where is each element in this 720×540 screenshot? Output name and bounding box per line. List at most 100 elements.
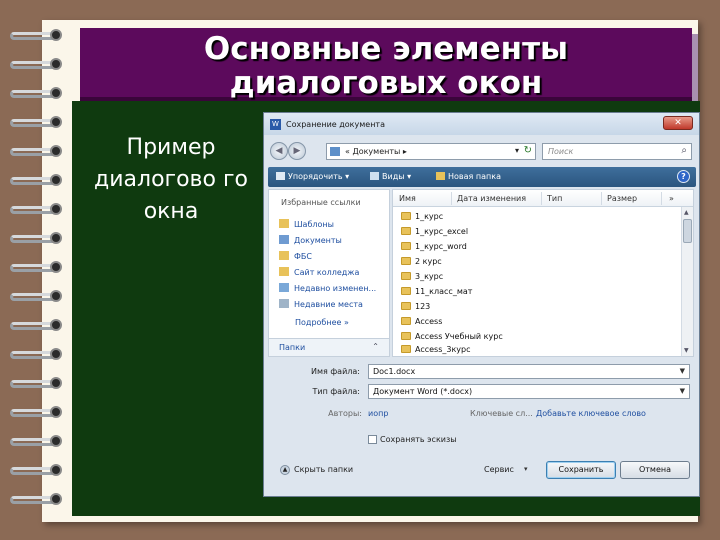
ring-hole [50, 377, 62, 389]
authors-value[interactable]: иопр [368, 409, 388, 418]
new-folder-label: Новая папка [448, 172, 501, 181]
new-folder-icon [436, 172, 445, 180]
spiral-ring [10, 492, 66, 506]
address-dropdown-icon[interactable]: ▾ [515, 146, 519, 155]
filetype-label: Тип файла: [312, 387, 360, 396]
views-button[interactable]: Виды ▾ [370, 172, 411, 181]
column-separator[interactable] [601, 192, 602, 205]
column-separator[interactable] [541, 192, 542, 205]
nav-item-label: Недавно изменен... [294, 284, 377, 293]
column-type[interactable]: Тип [547, 194, 562, 203]
nav-item-recently-changed[interactable]: Недавно изменен... [279, 283, 376, 293]
file-row[interactable]: Access Учебный курс [401, 332, 503, 341]
more-links[interactable]: Подробнее » [295, 318, 349, 327]
close-button[interactable]: ✕ [663, 116, 693, 130]
file-row[interactable]: Access_3курс [401, 345, 471, 354]
file-name: 2 курс [415, 257, 442, 266]
new-folder-button[interactable]: Новая папка [436, 172, 501, 181]
column-separator[interactable] [451, 192, 452, 205]
authors-label: Авторы: [328, 409, 362, 418]
spiral-ring [10, 405, 66, 419]
nav-item-label: Шаблоны [294, 220, 334, 229]
save-button[interactable]: Сохранить [546, 461, 616, 479]
folder-icon [401, 272, 411, 280]
dialog-toolbar: Упорядочить ▾ Виды ▾ Новая папка ? [268, 167, 696, 187]
help-icon[interactable]: ? [677, 170, 690, 183]
tags-value[interactable]: Добавьте ключевое слово [536, 409, 646, 418]
back-button[interactable]: ◀ [270, 142, 288, 160]
spiral-ring [10, 318, 66, 332]
ring-hole [50, 290, 62, 302]
ring-hole [50, 203, 62, 215]
chevron-down-icon[interactable]: ▼ [680, 367, 685, 375]
file-row[interactable]: 11_класс_мат [401, 287, 472, 296]
ring-hole [50, 435, 62, 447]
forward-button[interactable]: ▶ [288, 142, 306, 160]
cancel-button[interactable]: Отмена [620, 461, 690, 479]
spiral-ring [10, 86, 66, 100]
hide-folders-button[interactable]: Скрыть папки [294, 465, 353, 474]
ring-hole [50, 87, 62, 99]
search-placeholder: Поиск [548, 147, 574, 156]
file-row[interactable]: 123 [401, 302, 430, 311]
scroll-down-icon[interactable]: ▼ [684, 347, 689, 354]
collapse-icon[interactable]: ▲ [280, 465, 290, 475]
nav-item-documents[interactable]: Документы [279, 235, 342, 245]
scroll-thumb[interactable] [683, 219, 692, 243]
file-name: 1_курс [415, 212, 444, 221]
dialog-title: Сохранение документа [286, 120, 385, 129]
file-row[interactable]: 2 курс [401, 257, 442, 266]
file-row[interactable]: 1_курс [401, 212, 443, 221]
save-thumbnails-checkbox[interactable] [368, 435, 377, 444]
organize-label: Упорядочить ▾ [288, 172, 350, 181]
filename-field[interactable]: Doc1.docx ▼ [368, 364, 690, 379]
column-size[interactable]: Размер [607, 194, 637, 203]
nav-item-label: Недавние места [294, 300, 363, 309]
column-date[interactable]: Дата изменения [457, 194, 526, 203]
save-dialog: W Сохранение документа ✕ ◀ ▶ « Документы… [263, 112, 700, 497]
search-icon[interactable]: ⌕ [681, 145, 687, 156]
file-row[interactable]: Access [401, 317, 442, 326]
folder-icon [401, 332, 411, 340]
vertical-scrollbar[interactable]: ▲ ▼ [681, 207, 693, 356]
service-dropdown-icon[interactable]: ▾ [524, 465, 528, 473]
dialog-titlebar[interactable]: W Сохранение документа ✕ [264, 113, 699, 135]
ring-hole [50, 493, 62, 505]
nav-item-label: Сайт колледжа [294, 268, 360, 277]
more-columns-button[interactable]: » [669, 194, 674, 203]
file-row[interactable]: 1_курс_word [401, 242, 467, 251]
service-button[interactable]: Сервис [484, 465, 514, 474]
ring-hole [50, 348, 62, 360]
nav-item-templates[interactable]: Шаблоны [279, 219, 334, 229]
folder-icon [401, 242, 411, 250]
refresh-icon[interactable]: ↻ [524, 145, 532, 156]
filetype-select[interactable]: Документ Word (*.docx) ▼ [368, 384, 690, 399]
search-input[interactable]: Поиск ⌕ [542, 143, 692, 160]
file-row[interactable]: 1_курс_excel [401, 227, 468, 236]
ring-hole [50, 174, 62, 186]
nav-item-fbs[interactable]: ФБС [279, 251, 312, 261]
save-thumbnails-label[interactable]: Сохранять эскизы [380, 435, 457, 444]
ring-hole [50, 29, 62, 41]
ring-hole [50, 58, 62, 70]
address-arrow-icon[interactable]: ▸ [403, 147, 407, 156]
file-row[interactable]: 3_курс [401, 272, 443, 281]
folders-toggle[interactable]: Папки ⌃ [269, 338, 389, 356]
scroll-up-icon[interactable]: ▲ [684, 209, 689, 216]
address-path-text[interactable]: Документы [352, 147, 400, 156]
address-bar[interactable]: « Документы ▸ ▾ ↻ [326, 143, 536, 160]
nav-item-recent-places[interactable]: Недавние места [279, 299, 363, 309]
organize-button[interactable]: Упорядочить ▾ [276, 172, 349, 181]
chevron-down-icon[interactable]: ▼ [680, 387, 685, 395]
ring-hole [50, 261, 62, 273]
nav-item-college-site[interactable]: Сайт колледжа [279, 267, 359, 277]
slide-title: Основные элементы диалоговых окон [80, 32, 692, 100]
nav-item-label: ФБС [294, 252, 312, 261]
column-name[interactable]: Имя [399, 194, 416, 203]
filename-value: Doc1.docx [373, 367, 416, 376]
file-name: 1_курс_excel [415, 227, 469, 236]
spiral-ring [10, 347, 66, 361]
address-prefix: « [345, 147, 350, 156]
column-separator[interactable] [661, 192, 662, 205]
ring-hole [50, 319, 62, 331]
